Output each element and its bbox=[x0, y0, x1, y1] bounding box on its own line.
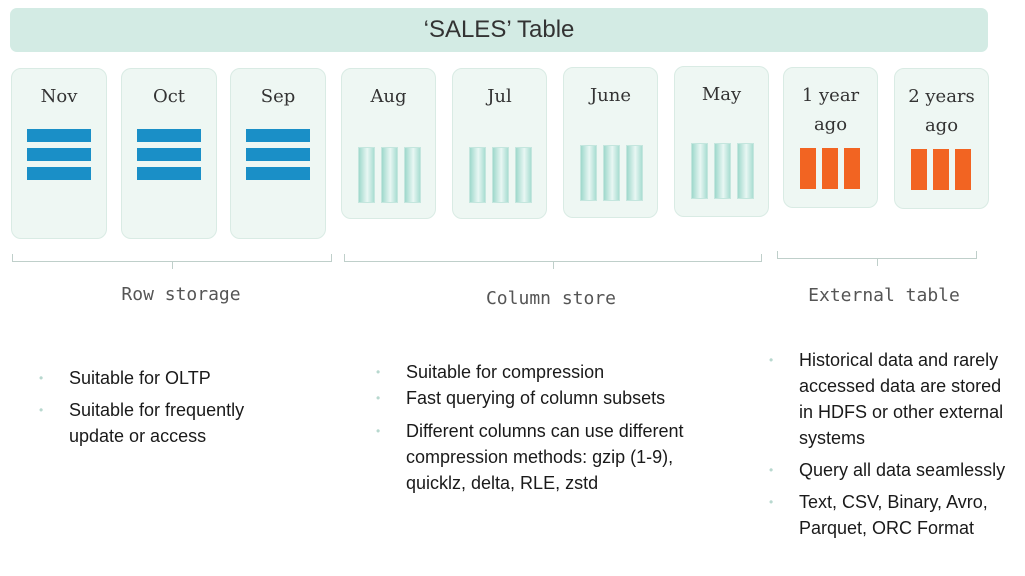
row-storage-label: Row storage bbox=[121, 284, 241, 305]
column-store-label: Column store bbox=[485, 288, 617, 309]
partition-label: Aug bbox=[370, 86, 407, 107]
partition-card-oct: Oct bbox=[121, 68, 217, 239]
partition-card-may: May bbox=[674, 66, 769, 217]
column-store-icon bbox=[468, 147, 532, 203]
column-store-icon bbox=[579, 145, 643, 201]
bullet-item: • Fast querying of column subsets bbox=[376, 388, 666, 408]
external-table-bracket bbox=[777, 251, 977, 259]
partition-card-2-years-ago: 2 years ago bbox=[894, 68, 989, 209]
partition-card-aug: Aug bbox=[341, 68, 436, 219]
bullet-item: • Suitable for frequently update or access bbox=[39, 400, 245, 446]
external-table-icon bbox=[910, 149, 971, 190]
bullet-item: • Query all data seamlessly bbox=[769, 460, 1006, 480]
bullet-item: • Different columns can use different comp… bbox=[376, 421, 684, 493]
table-title: ‘SALES’ Table bbox=[10, 8, 988, 52]
bullet-item: • Suitable for OLTP bbox=[39, 368, 211, 388]
column-store-bracket bbox=[344, 254, 762, 262]
column-store-bullets: • Suitable for compression • Fast querying… bbox=[376, 359, 736, 496]
partition-card-june: June bbox=[563, 67, 658, 218]
column-store-icon bbox=[690, 143, 754, 199]
row-storage-icon bbox=[246, 129, 310, 186]
partition-card-sep: Sep bbox=[230, 68, 326, 239]
partition-label: 2 years ago bbox=[908, 86, 975, 136]
row-storage-icon bbox=[137, 129, 201, 186]
partition-label: Oct bbox=[152, 86, 186, 107]
partition-card-1-year-ago: 1 year ago bbox=[783, 67, 878, 208]
external-table-bracket-tick bbox=[877, 259, 878, 266]
bullet-item: • Historical data and rarely accessed data… bbox=[769, 350, 1004, 448]
column-store-icon bbox=[357, 147, 421, 203]
partition-label: 1 year ago bbox=[801, 85, 860, 135]
column-store-bracket-tick bbox=[553, 262, 554, 269]
partition-label: Nov bbox=[40, 86, 78, 107]
external-table-bullets: • Historical data and rarely accessed data… bbox=[769, 347, 1021, 541]
partition-card-nov: Nov bbox=[11, 68, 107, 239]
partition-label: Sep bbox=[260, 86, 296, 107]
partition-label: May bbox=[701, 84, 742, 105]
external-table-label: External table bbox=[808, 285, 960, 306]
row-storage-bracket-tick bbox=[172, 262, 173, 269]
partition-card-jul: Jul bbox=[452, 68, 547, 219]
bullet-item: • Text, CSV, Binary, Avro, Parquet, ORC Fo… bbox=[769, 492, 988, 538]
partition-label: June bbox=[589, 85, 632, 106]
row-storage-icon bbox=[27, 129, 91, 186]
bullet-item: • Suitable for compression bbox=[376, 362, 605, 382]
external-table-icon bbox=[799, 148, 860, 189]
row-storage-bullets: • Suitable for OLTP • Suitable for frequen… bbox=[39, 365, 329, 449]
row-storage-bracket bbox=[12, 254, 332, 262]
partition-label: Jul bbox=[487, 86, 512, 107]
